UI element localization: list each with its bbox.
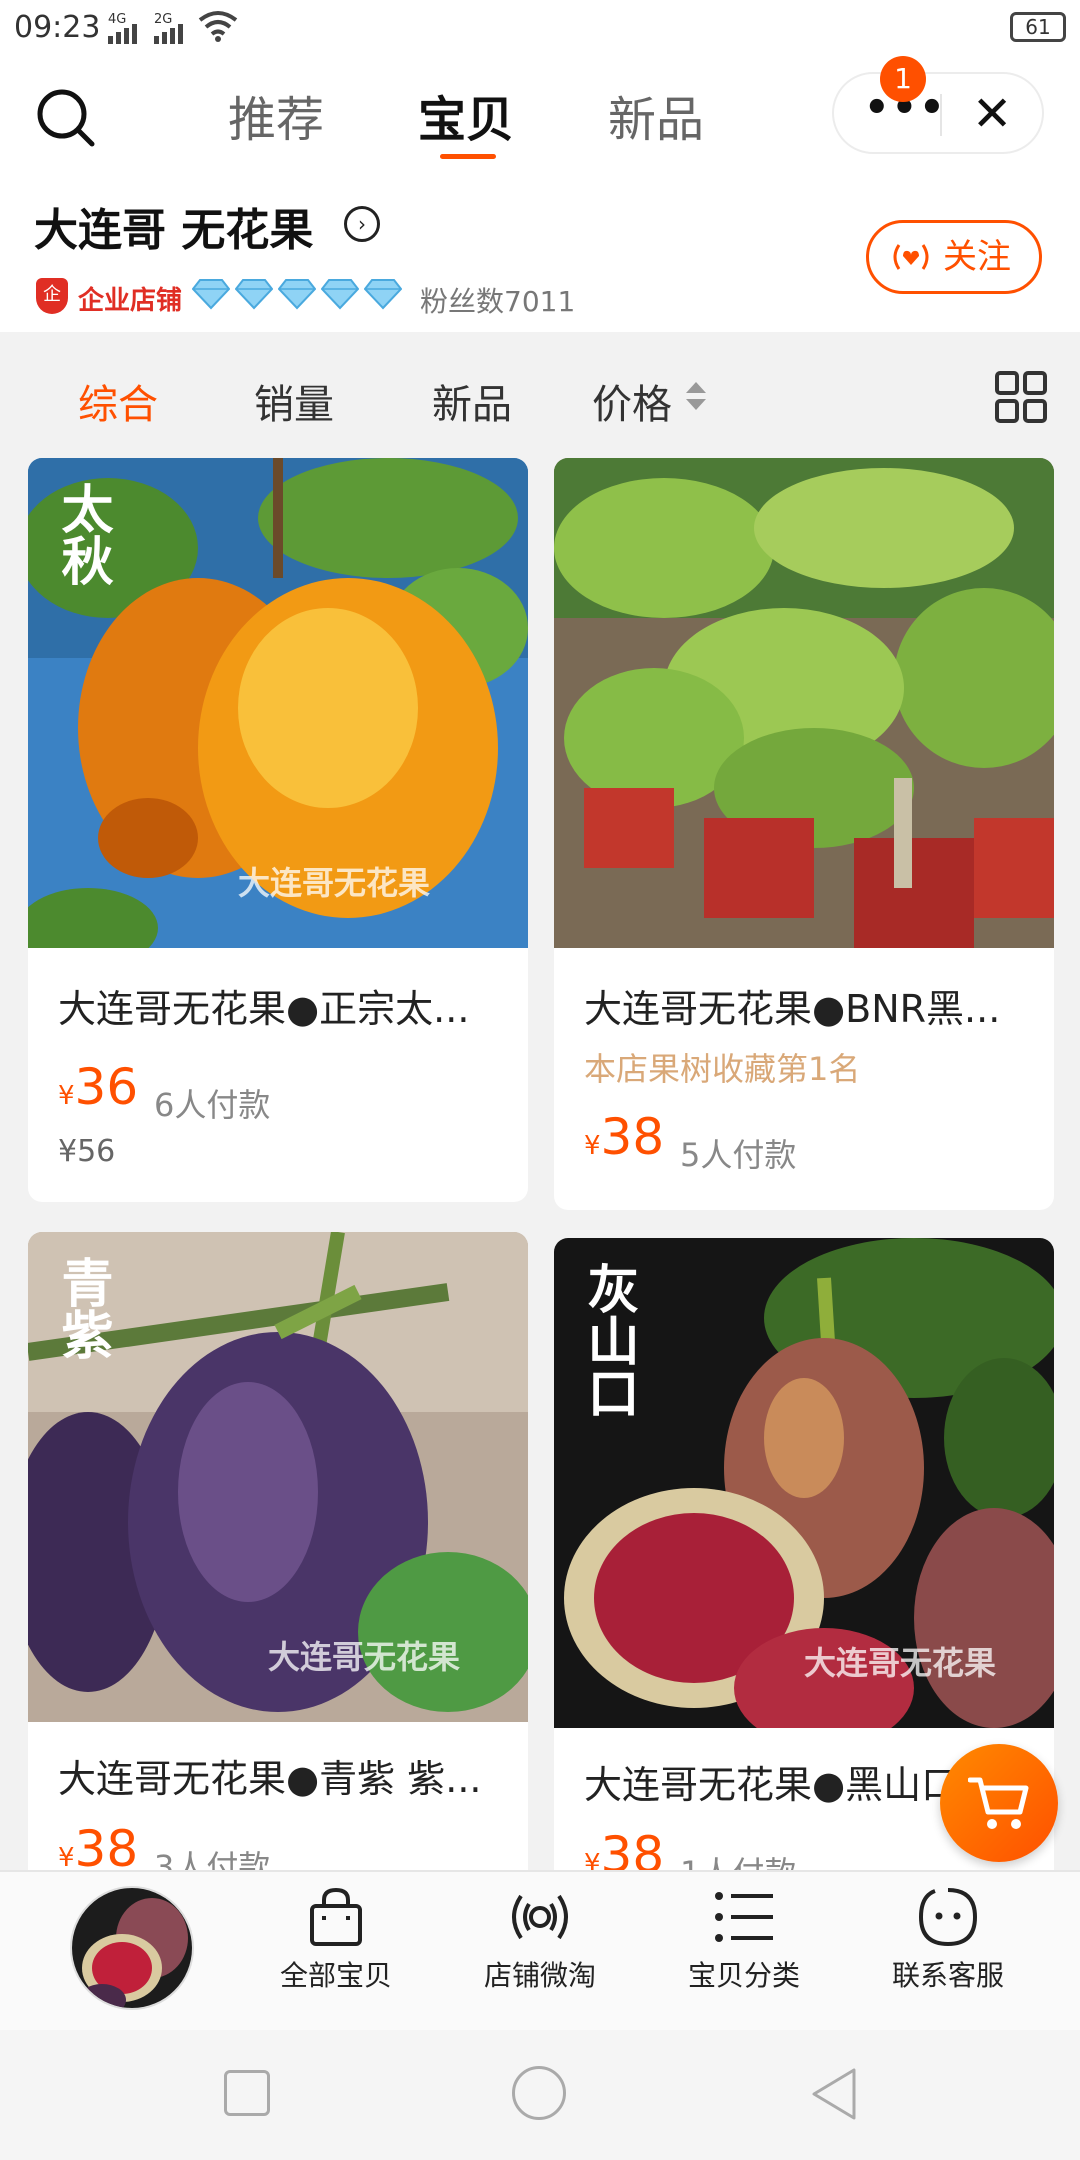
- sort-bar: 综合 销量 新品 价格: [0, 340, 1080, 450]
- system-nav-bar: [0, 2030, 1080, 2160]
- variety-label: 灰山口: [578, 1262, 639, 1418]
- product-image[interactable]: 灰山口 大连哥无花果: [554, 1238, 1054, 1728]
- close-icon[interactable]: ✕: [972, 86, 1012, 142]
- watermark: 大连哥无花果: [268, 1638, 461, 1676]
- product-title[interactable]: 大连哥无花果●BNR黑...: [584, 978, 1024, 1033]
- product-image[interactable]: [554, 458, 1054, 948]
- bag-icon: [310, 1887, 362, 1946]
- shop-rank-tag: 本店果树收藏第1名: [584, 1050, 861, 1088]
- tab-items[interactable]: 宝贝: [418, 80, 514, 150]
- cart-button[interactable]: [940, 1744, 1058, 1862]
- follow-label: 关注: [943, 237, 1011, 277]
- original-price: ¥56: [58, 1134, 116, 1169]
- follow-button[interactable]: 关注: [866, 220, 1042, 294]
- menu-capsule: ••• ✕: [832, 72, 1044, 154]
- chat-face-icon: [918, 1888, 978, 1947]
- fans-count: 粉丝数7011: [420, 285, 576, 318]
- list-icon: [715, 1892, 773, 1942]
- watermark: 大连哥无花果: [238, 864, 431, 902]
- product-card[interactable]: 太秋 大连哥无花果 大连哥无花果●正宗太... ¥36 6人付款 ¥56: [28, 458, 528, 1202]
- diamond-icon: [321, 279, 359, 310]
- back-icon[interactable]: [810, 2066, 860, 2122]
- sort-price[interactable]: 价格: [592, 372, 672, 430]
- cart-icon: [968, 1777, 1029, 1829]
- variety-label: 太秋: [52, 482, 113, 586]
- payer-count: 6人付款: [154, 1086, 271, 1124]
- recent-apps-icon[interactable]: [224, 2070, 270, 2116]
- search-icon[interactable]: [34, 86, 98, 150]
- shop-avatar[interactable]: [70, 1886, 194, 2010]
- product-price: ¥36: [58, 1058, 139, 1116]
- battery-icon: 61: [1010, 12, 1066, 42]
- nav-label: 店铺微淘: [483, 1959, 596, 1992]
- product-card[interactable]: 大连哥无花果●BNR黑... 本店果树收藏第1名 ¥38 5人付款: [554, 458, 1054, 1210]
- nav-categories[interactable]: 宝贝分类: [654, 1886, 834, 1994]
- diamond-icon: [192, 279, 230, 310]
- product-title[interactable]: 大连哥无花果●青紫 紫...: [58, 1748, 498, 1803]
- fig-avatar-image: [72, 1888, 192, 2008]
- shop-name[interactable]: 大连哥 无花果: [34, 194, 313, 258]
- notification-badge: 1: [880, 56, 926, 102]
- wifi-icon: [198, 11, 238, 42]
- nav-label: 联系客服: [891, 1959, 1004, 1992]
- nav-all-items[interactable]: 全部宝贝: [246, 1886, 426, 1994]
- fig-saplings-photo: [554, 458, 1054, 948]
- product-image[interactable]: 青紫 大连哥无花果: [28, 1232, 528, 1722]
- nav-label: 全部宝贝: [279, 1959, 392, 1992]
- enterprise-label: 企业店铺: [78, 286, 183, 316]
- product-price: ¥38: [584, 1108, 665, 1166]
- diamond-icon: [364, 279, 402, 310]
- diamond-icon: [278, 279, 316, 310]
- status-bar: 09:23 4G 2G 61: [0, 0, 1080, 56]
- diamond-icon: [235, 279, 273, 310]
- signal-icon-2: [154, 20, 183, 44]
- active-tab-indicator: [440, 154, 496, 159]
- enterprise-shield-icon: 企: [36, 278, 68, 314]
- shop-info: 大连哥 无花果 › 企 企业店铺 粉丝数7011 关注: [0, 176, 1080, 332]
- top-header: 推荐 宝贝 新品 ••• ✕ 1: [0, 56, 1080, 176]
- broadcast-icon: [512, 1894, 568, 1940]
- capsule-divider: [940, 94, 942, 136]
- sort-toggle-icon: [686, 382, 706, 410]
- product-image[interactable]: 太秋 大连哥无花果: [28, 458, 528, 948]
- shop-rating-diamonds: [192, 274, 402, 312]
- signal-icon-1: [108, 20, 137, 44]
- tab-recommend[interactable]: 推荐: [228, 80, 324, 150]
- nav-shop-feed[interactable]: 店铺微淘: [450, 1886, 630, 1994]
- sort-sales[interactable]: 销量: [254, 372, 334, 430]
- status-time: 09:23: [14, 10, 101, 45]
- sort-comprehensive[interactable]: 综合: [78, 372, 158, 430]
- watermark: 大连哥无花果: [804, 1644, 997, 1682]
- tab-new[interactable]: 新品: [608, 80, 704, 150]
- product-card[interactable]: 青紫 大连哥无花果 大连哥无花果●青紫 紫... ¥38 3人付款: [28, 1232, 528, 1932]
- bottom-nav: 全部宝贝 店铺微淘 宝贝分类 联系客服: [0, 1870, 1080, 2030]
- chevron-right-icon[interactable]: ›: [344, 206, 380, 242]
- home-icon[interactable]: [512, 2066, 566, 2120]
- product-title[interactable]: 大连哥无花果●正宗太...: [58, 978, 498, 1033]
- nav-customer-service[interactable]: 联系客服: [858, 1886, 1038, 1994]
- payer-count: 5人付款: [680, 1136, 797, 1174]
- broadcast-heart-icon: [893, 244, 929, 270]
- nav-label: 宝贝分类: [687, 1959, 800, 1992]
- grid-view-icon[interactable]: [994, 370, 1048, 424]
- sort-new[interactable]: 新品: [432, 372, 512, 430]
- variety-label: 青紫: [52, 1256, 113, 1360]
